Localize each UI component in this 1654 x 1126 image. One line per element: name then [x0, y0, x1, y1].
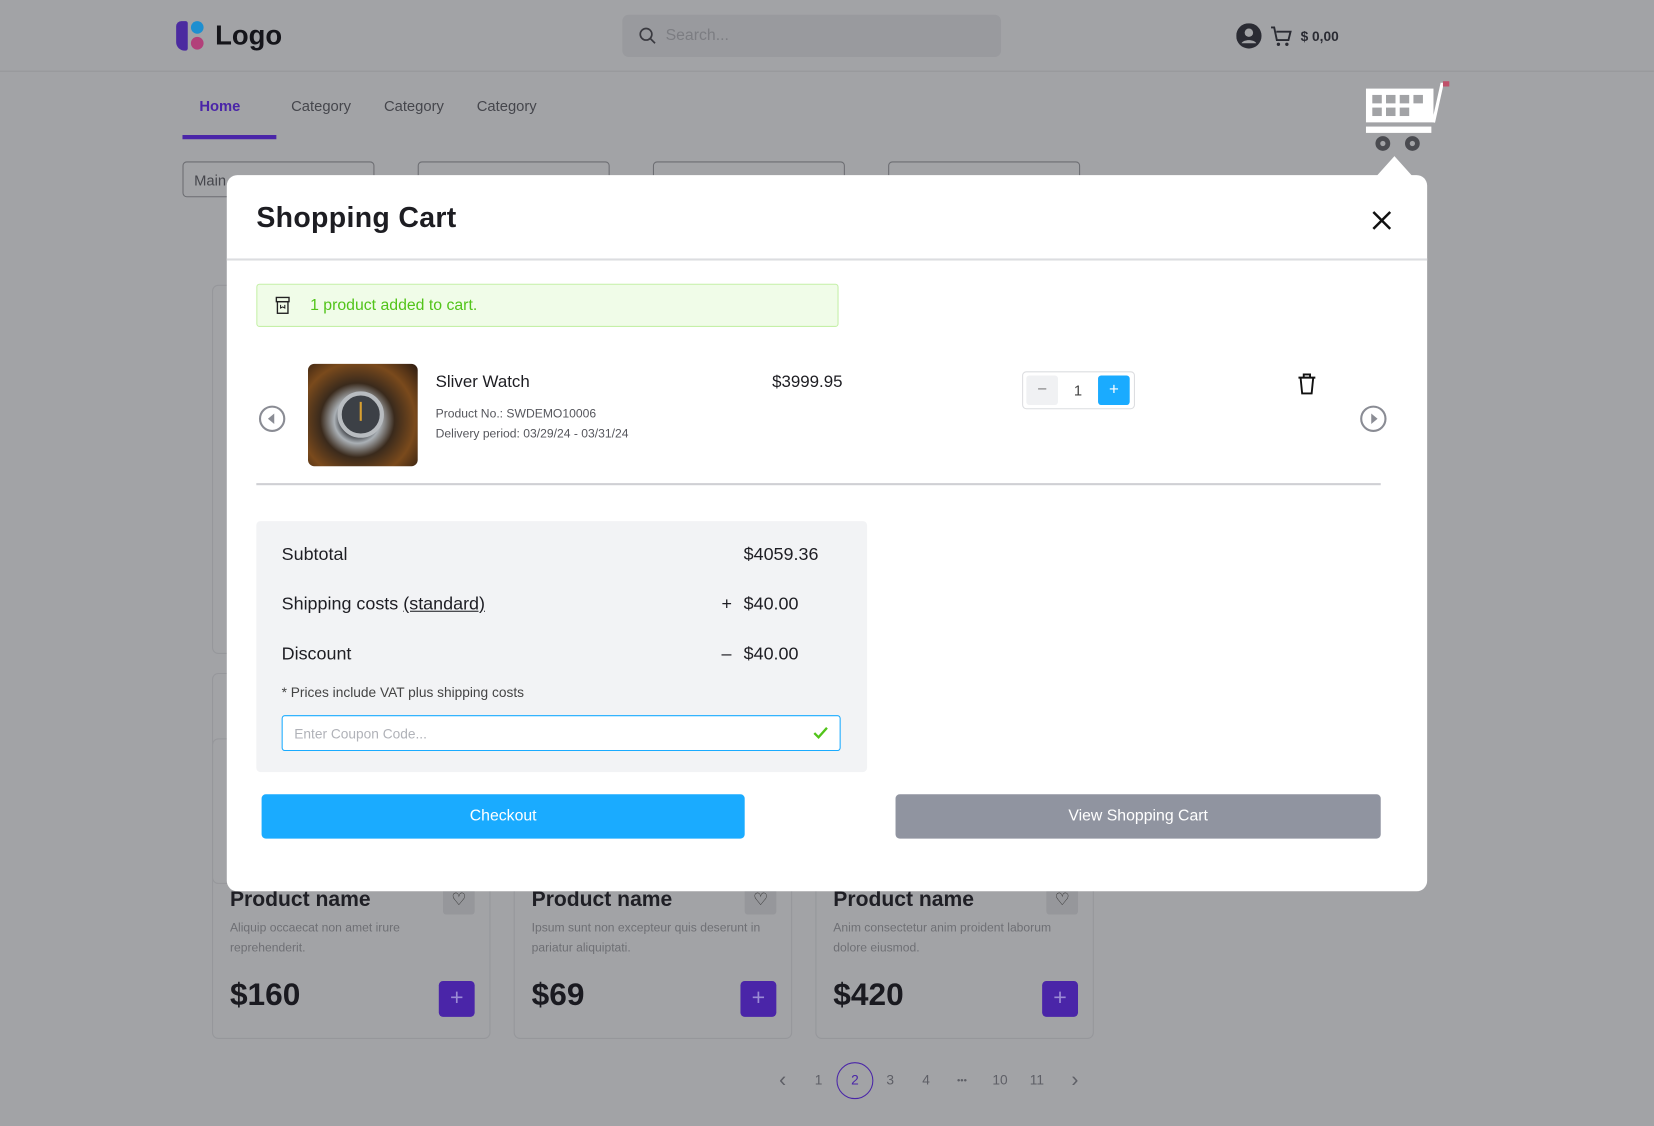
- item-divider: [256, 483, 1381, 486]
- product-image[interactable]: [308, 363, 418, 467]
- discount-sign: –: [721, 643, 732, 664]
- search-input[interactable]: Search...: [622, 14, 1002, 57]
- quantity-value[interactable]: 1: [1061, 382, 1095, 399]
- shipping-type-link[interactable]: (standard): [403, 594, 485, 614]
- product-description: Ipsum sunt non excepteur quis deserunt i…: [531, 921, 761, 955]
- previous-item-arrow-icon[interactable]: [258, 405, 286, 432]
- item-name[interactable]: Sliver Watch: [436, 373, 530, 392]
- tab-home[interactable]: Home: [199, 97, 240, 114]
- item-price: $3999.95: [772, 373, 843, 392]
- modal-divider: [226, 258, 1428, 261]
- pagination-prev[interactable]: ‹: [770, 1070, 795, 1091]
- logo-icon[interactable]: [176, 21, 208, 51]
- tab-category-1[interactable]: Category: [291, 97, 351, 114]
- coupon-code-input[interactable]: Enter Coupon Code...: [281, 715, 841, 752]
- add-to-cart-button[interactable]: +: [1042, 980, 1079, 1017]
- product-price: $420: [833, 977, 904, 1013]
- cart-bag-icon: [275, 296, 290, 314]
- decrease-quantity-button[interactable]: −: [1026, 375, 1058, 406]
- pagination-next[interactable]: ›: [1062, 1070, 1087, 1091]
- discount-label: Discount: [281, 643, 352, 664]
- order-summary: Subtotal $4059.36 Shipping costs (standa…: [256, 521, 868, 773]
- subtotal-label: Subtotal: [281, 544, 348, 565]
- search-icon: [639, 27, 656, 44]
- success-alert: 1 product added to cart.: [256, 283, 839, 327]
- product-name[interactable]: Product name: [230, 888, 371, 912]
- logo-text[interactable]: Logo: [215, 19, 282, 52]
- product-name[interactable]: Product name: [532, 888, 673, 912]
- page-ellipsis: •••: [956, 1074, 967, 1086]
- trash-icon[interactable]: [1296, 372, 1317, 395]
- product-description: Anim consectetur anim proident laborum d…: [833, 921, 1052, 955]
- shipping-value: $40.00: [743, 593, 799, 614]
- checkout-button[interactable]: Checkout: [261, 794, 745, 839]
- checkmark-icon: [813, 727, 828, 739]
- shipping-row: Shipping costs (standard): [281, 593, 485, 614]
- page-10[interactable]: 10: [987, 1070, 1012, 1091]
- next-item-arrow-icon[interactable]: [1360, 405, 1387, 432]
- product-description: Aliquip occaecat non amet irure reprehen…: [229, 921, 400, 955]
- item-product-number: Product No.: SWDEMO10006: [435, 408, 597, 421]
- page-4[interactable]: 4: [913, 1070, 938, 1091]
- vat-note: * Prices include VAT plus shipping costs: [281, 684, 525, 701]
- shipping-sign: +: [721, 593, 732, 614]
- product-price: $69: [531, 977, 585, 1013]
- tab-home-underline: [182, 135, 277, 140]
- view-shopping-cart-button[interactable]: View Shopping Cart: [895, 794, 1381, 839]
- shopping-cart-graphic-icon: [1365, 81, 1450, 151]
- page-3[interactable]: 3: [878, 1070, 903, 1091]
- product-name[interactable]: Product name: [833, 888, 974, 912]
- shopping-cart-modal: Shopping Cart 1 product added to cart. S…: [226, 175, 1428, 892]
- page-1[interactable]: 1: [806, 1070, 831, 1091]
- cart-total[interactable]: $ 0,00: [1301, 28, 1339, 44]
- subtotal-value: $4059.36: [743, 544, 819, 565]
- tab-category-3[interactable]: Category: [477, 97, 537, 114]
- item-delivery-period: Delivery period: 03/29/24 - 03/31/24: [435, 428, 629, 441]
- close-icon[interactable]: [1371, 210, 1392, 231]
- quantity-stepper: − 1 +: [1022, 371, 1135, 410]
- modal-pointer: [1376, 156, 1413, 177]
- alert-text: 1 product added to cart.: [310, 296, 478, 315]
- user-account-icon[interactable]: [1236, 23, 1262, 49]
- product-price: $160: [229, 977, 301, 1013]
- discount-value: $40.00: [743, 643, 799, 664]
- cart-icon[interactable]: [1270, 25, 1293, 48]
- add-to-cart-button[interactable]: +: [438, 980, 475, 1017]
- page-2-current[interactable]: 2: [836, 1062, 874, 1100]
- page-11[interactable]: 11: [1024, 1070, 1049, 1091]
- tab-category-2[interactable]: Category: [384, 97, 444, 114]
- modal-title: Shopping Cart: [256, 201, 457, 234]
- add-to-cart-button[interactable]: +: [740, 980, 777, 1017]
- increase-quantity-button[interactable]: +: [1098, 375, 1130, 406]
